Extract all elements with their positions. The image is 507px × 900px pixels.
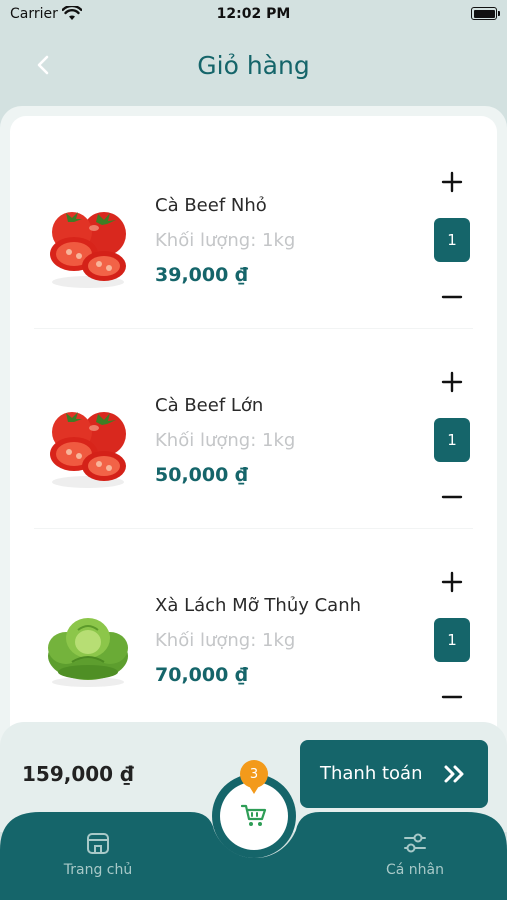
double-chevron-right-icon [444, 765, 464, 783]
item-weight: Khối lượng: 1kg [155, 630, 296, 651]
cart-count-badge: 3 [240, 760, 268, 794]
tab-home-label: Trang chủ [63, 862, 133, 878]
tab-profile[interactable]: Cá nhân [355, 830, 475, 878]
status-bar: Carrier 12:02 PM [0, 0, 507, 28]
quantity-value[interactable]: 1 [434, 418, 470, 462]
plus-icon[interactable] [439, 569, 465, 595]
item-weight: Khối lượng: 1kg [155, 230, 296, 251]
tomato-image [50, 412, 126, 488]
minus-icon[interactable] [439, 284, 465, 310]
quantity-value[interactable]: 1 [434, 618, 470, 662]
item-price: 50,000 ₫ [155, 464, 249, 486]
cart-icon [241, 804, 267, 826]
item-name: Cà Beef Nhỏ [155, 195, 267, 216]
lettuce-image [48, 618, 128, 687]
page-title: Giỏ hàng [197, 51, 310, 80]
battery-icon [471, 7, 500, 20]
checkout-label: Thanh toán [320, 763, 423, 784]
minus-icon[interactable] [439, 484, 465, 510]
item-name: Cà Beef Lớn [155, 395, 264, 416]
plus-icon[interactable] [439, 169, 465, 195]
clock: 12:02 PM [216, 6, 291, 22]
minus-icon[interactable] [439, 684, 465, 710]
total-price: 159,000 ₫ [22, 762, 134, 786]
store-icon [87, 833, 109, 854]
item-weight: Khối lượng: 1kg [155, 430, 296, 451]
tomato-image [50, 212, 126, 288]
sliders-icon [404, 833, 426, 853]
cart-item: Xà Lách Mỡ Thủy Canh Khối lượng: 1kg 70,… [10, 516, 497, 716]
item-price: 70,000 ₫ [155, 664, 249, 686]
cart-item: Cà Beef Nhỏ Khối lượng: 1kg 39,000 ₫ 1 [10, 116, 497, 316]
header: Giỏ hàng [0, 40, 507, 92]
cart-item: Cà Beef Lớn Khối lượng: 1kg 50,000 ₫ 1 [10, 316, 497, 516]
quantity-value[interactable]: 1 [434, 218, 470, 262]
item-price: 39,000 ₫ [155, 264, 249, 286]
item-name: Xà Lách Mỡ Thủy Canh [155, 595, 362, 616]
plus-icon[interactable] [439, 369, 465, 395]
cart-list: Cà Beef Nhỏ Khối lượng: 1kg 39,000 ₫ 1 C… [10, 116, 497, 776]
tab-home[interactable]: Trang chủ [38, 830, 158, 878]
tab-profile-label: Cá nhân [385, 862, 444, 878]
